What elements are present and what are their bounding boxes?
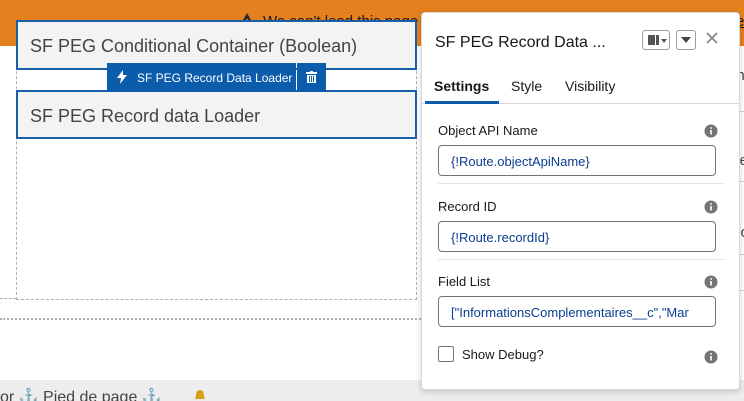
footer-text: or ⚓ Pied de page ⚓ xyxy=(0,389,162,401)
show-debug-checkbox[interactable] xyxy=(438,346,454,362)
info-icon[interactable] xyxy=(704,200,718,214)
panel-options-dropdown[interactable] xyxy=(676,30,696,50)
panel-title: SF PEG Record Data ... xyxy=(435,34,606,51)
component-title: SF PEG Record data Loader xyxy=(30,106,261,126)
field-label: Record ID xyxy=(438,199,497,214)
chevron-down-icon xyxy=(681,37,691,43)
info-icon[interactable] xyxy=(704,350,718,364)
layout-menu-button[interactable] xyxy=(642,30,670,50)
info-icon[interactable] xyxy=(704,275,718,289)
close-icon[interactable] xyxy=(703,29,721,47)
divider xyxy=(438,259,724,260)
layout-icon xyxy=(648,35,667,45)
selected-component-name: SF PEG Record Data Loader xyxy=(137,71,293,85)
show-debug-row: Show Debug? xyxy=(438,346,724,366)
lightning-bolt-icon xyxy=(117,70,127,84)
info-icon[interactable] xyxy=(704,124,718,138)
panel-tabs: Settings Style Visibility xyxy=(422,73,739,104)
trash-icon xyxy=(306,71,317,83)
component-title: SF PEG Conditional Container (Boolean) xyxy=(30,36,358,56)
bell-icon xyxy=(195,390,205,399)
tab-style[interactable]: Style xyxy=(511,78,542,94)
record-id-input[interactable]: {!Route.recordId} xyxy=(438,221,716,252)
component-record-data-loader[interactable]: SF PEG Record data Loader xyxy=(16,90,417,139)
delete-component-button[interactable] xyxy=(297,63,326,92)
tab-settings[interactable]: Settings xyxy=(434,78,489,94)
divider xyxy=(0,298,16,299)
field-label: Object API Name xyxy=(438,123,538,138)
show-debug-label: Show Debug? xyxy=(462,347,544,362)
field-label: Field List xyxy=(438,274,491,289)
properties-panel: SF PEG Record Data ... Settings Style Vi… xyxy=(421,12,740,390)
object-api-name-input[interactable]: {!Route.objectApiName} xyxy=(438,145,716,176)
tab-visibility[interactable]: Visibility xyxy=(565,78,615,94)
active-tab-indicator xyxy=(425,101,499,104)
field-list-input[interactable]: ["InformationsComplementaires__c","Mar xyxy=(438,296,716,327)
region-divider xyxy=(0,318,421,320)
selected-component-label[interactable]: SF PEG Record Data Loader xyxy=(107,63,296,92)
divider xyxy=(438,183,724,184)
